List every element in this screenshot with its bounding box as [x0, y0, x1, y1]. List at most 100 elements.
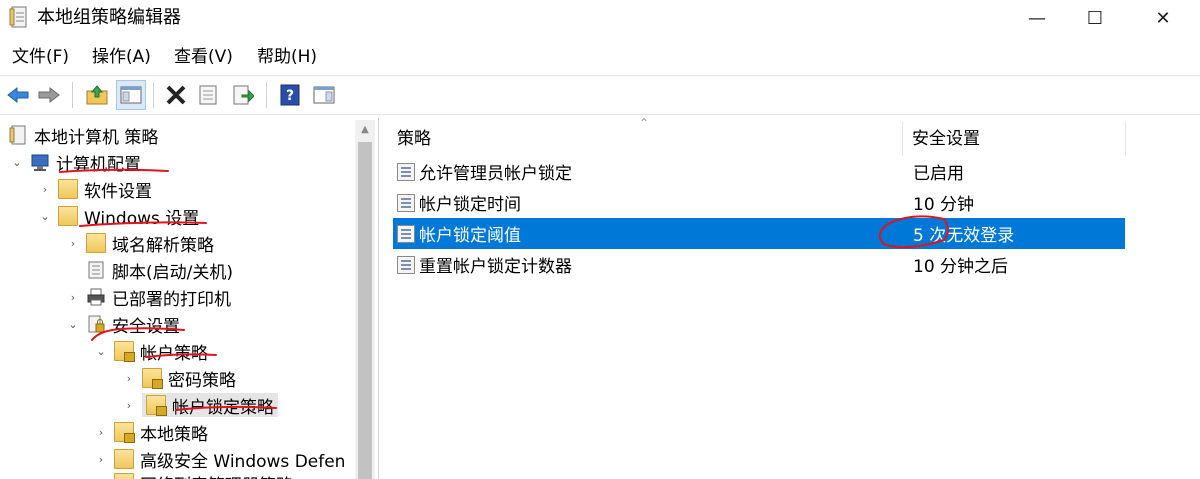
locked-folder-icon [142, 368, 163, 389]
tree-label: 软件设置 [84, 181, 152, 202]
policy-value: 10 分钟 [913, 195, 975, 215]
tree-node-account-policies[interactable]: ⌄ 帐户策略 [94, 338, 208, 364]
tree-node-network-list-manager[interactable]: 网络列表管理器策略 [94, 470, 293, 479]
back-icon [7, 86, 29, 104]
folder-icon [114, 473, 134, 479]
chevron-right-icon[interactable]: › [94, 453, 108, 466]
back-button[interactable] [3, 80, 33, 110]
policy-row[interactable]: 重置帐户锁定计数器 10 分钟之后 [393, 249, 1125, 280]
policy-name: 帐户锁定时间 [419, 195, 521, 215]
show-hide-tree-icon [120, 86, 142, 104]
window-title: 本地组策略编辑器 [37, 7, 181, 28]
delete-button[interactable] [161, 80, 191, 110]
tree-label: 高级安全 Windows Defen [140, 451, 346, 472]
tree-label: 计算机配置 [56, 154, 141, 175]
policy-editor-icon [9, 6, 27, 28]
show-hide-action-pane-button[interactable] [309, 80, 339, 110]
up-button[interactable] [82, 80, 112, 110]
menu-view[interactable]: 查看(V) [174, 42, 233, 72]
sort-ascending-icon: ⌃ [639, 116, 650, 130]
forward-button[interactable] [34, 80, 64, 110]
show-hide-action-pane-icon [313, 86, 335, 104]
chevron-right-icon[interactable]: › [66, 291, 80, 304]
export-list-button[interactable] [228, 80, 258, 110]
tree-node-scripts[interactable]: 脚本(启动/关机) [66, 257, 233, 283]
policy-list[interactable]: ⌃ 策略 安全设置 允许管理员帐户锁定 已启用 帐户锁定时间 10 分钟 帐户锁… [385, 116, 1200, 479]
maximize-icon: ☐ [1086, 7, 1104, 29]
tree-node-account-lockout-policy[interactable]: › 帐户锁定策略 [122, 392, 278, 418]
title-bar: 本地组策略编辑器 — ☐ ✕ [0, 0, 1200, 36]
tree-node-name-resolution-policy[interactable]: › 域名解析策略 [66, 230, 214, 256]
policy-row[interactable]: 允许管理员帐户锁定 已启用 [393, 156, 1125, 187]
folder-icon [58, 206, 78, 226]
tree-node-windows-settings[interactable]: ⌄ Windows 设置 [38, 203, 199, 229]
tree-selection-highlight: 帐户锁定策略 [142, 393, 278, 418]
chevron-right-icon[interactable]: › [38, 183, 52, 196]
menu-action[interactable]: 操作(A) [92, 42, 151, 72]
policy-name: 帐户锁定阈值 [419, 226, 521, 246]
tree-label: 域名解析策略 [112, 235, 214, 256]
policy-setting-icon [397, 255, 415, 274]
scrollbar-thumb[interactable] [358, 142, 372, 479]
console-tree[interactable]: 本地计算机 策略 ⌄ 计算机配置 › 软件设置 ⌄ Windows 设置 › 域… [0, 118, 379, 479]
menu-bar: 文件(F) 操作(A) 查看(V) 帮助(H) [0, 42, 1200, 72]
chevron-down-icon[interactable]: ⌄ [66, 318, 80, 331]
minimize-icon: — [1028, 7, 1046, 29]
tree-node-windows-defender-firewall[interactable]: › 高级安全 Windows Defen [94, 446, 345, 472]
security-lock-icon [88, 315, 105, 333]
svg-text:?: ? [286, 88, 294, 104]
show-hide-tree-button[interactable] [116, 80, 146, 110]
locked-folder-icon [146, 395, 167, 416]
tree-label: 安全设置 [112, 316, 180, 337]
tree-node-security-settings[interactable]: ⌄ 安全设置 [66, 311, 180, 337]
tree-node-computer-config[interactable]: ⌄ 计算机配置 [10, 149, 141, 175]
tree-node-software-settings[interactable]: › 软件设置 [38, 176, 152, 202]
tree-label: 帐户策略 [140, 343, 208, 364]
policy-document-icon [9, 125, 26, 145]
column-header-policy[interactable]: 策略 [397, 118, 431, 156]
policy-setting-icon [397, 193, 415, 212]
tree-label: 已部署的打印机 [112, 289, 231, 310]
locked-folder-icon [114, 341, 135, 362]
close-icon: ✕ [1155, 7, 1171, 29]
toolbar: ? [0, 75, 1200, 115]
menu-help[interactable]: 帮助(H) [257, 42, 317, 72]
folder-icon [86, 233, 106, 253]
properties-button[interactable] [193, 80, 223, 110]
minimize-button[interactable]: — [1014, 0, 1060, 36]
chevron-right-icon[interactable]: › [94, 426, 108, 439]
policy-name: 允许管理员帐户锁定 [419, 164, 572, 184]
tree-label: 密码策略 [168, 370, 236, 391]
tree-label: 帐户锁定策略 [172, 397, 274, 418]
policy-row[interactable]: 帐户锁定时间 10 分钟 [393, 187, 1125, 218]
policy-row-selected[interactable]: 帐户锁定阈值 5 次无效登录 [393, 218, 1125, 249]
export-icon [233, 85, 254, 105]
up-folder-icon [86, 85, 108, 105]
column-header-security-setting[interactable]: 安全设置 [912, 118, 980, 156]
help-icon: ? [280, 84, 300, 106]
chevron-down-icon[interactable]: ⌄ [38, 210, 52, 223]
policy-value: 已启用 [913, 164, 964, 184]
policy-value: 10 分钟之后 [913, 257, 1009, 277]
tree-node-password-policy[interactable]: › 密码策略 [122, 365, 236, 391]
tree-node-local-computer-policy[interactable]: 本地计算机 策略 [8, 122, 158, 148]
tree-node-local-policies[interactable]: › 本地策略 [94, 419, 208, 445]
chevron-right-icon[interactable]: › [122, 372, 136, 385]
maximize-button[interactable]: ☐ [1072, 0, 1118, 36]
scroll-up-icon[interactable]: ▲ [355, 120, 375, 140]
menu-file[interactable]: 文件(F) [12, 42, 69, 72]
chevron-down-icon[interactable]: ⌄ [10, 156, 24, 169]
chevron-right-icon[interactable]: › [66, 237, 80, 250]
close-button[interactable]: ✕ [1140, 0, 1186, 36]
printer-icon [87, 288, 105, 306]
locked-folder-icon [114, 422, 135, 443]
chevron-right-icon[interactable]: › [122, 399, 136, 412]
tree-vertical-scrollbar[interactable]: ▲ [355, 120, 375, 479]
chevron-down-icon[interactable]: ⌄ [94, 345, 108, 358]
script-icon [88, 261, 104, 279]
help-button[interactable]: ? [275, 80, 305, 110]
tree-node-deployed-printers[interactable]: › 已部署的打印机 [66, 284, 231, 310]
properties-icon [199, 85, 217, 105]
delete-icon [166, 85, 186, 105]
policy-setting-icon [397, 162, 415, 181]
